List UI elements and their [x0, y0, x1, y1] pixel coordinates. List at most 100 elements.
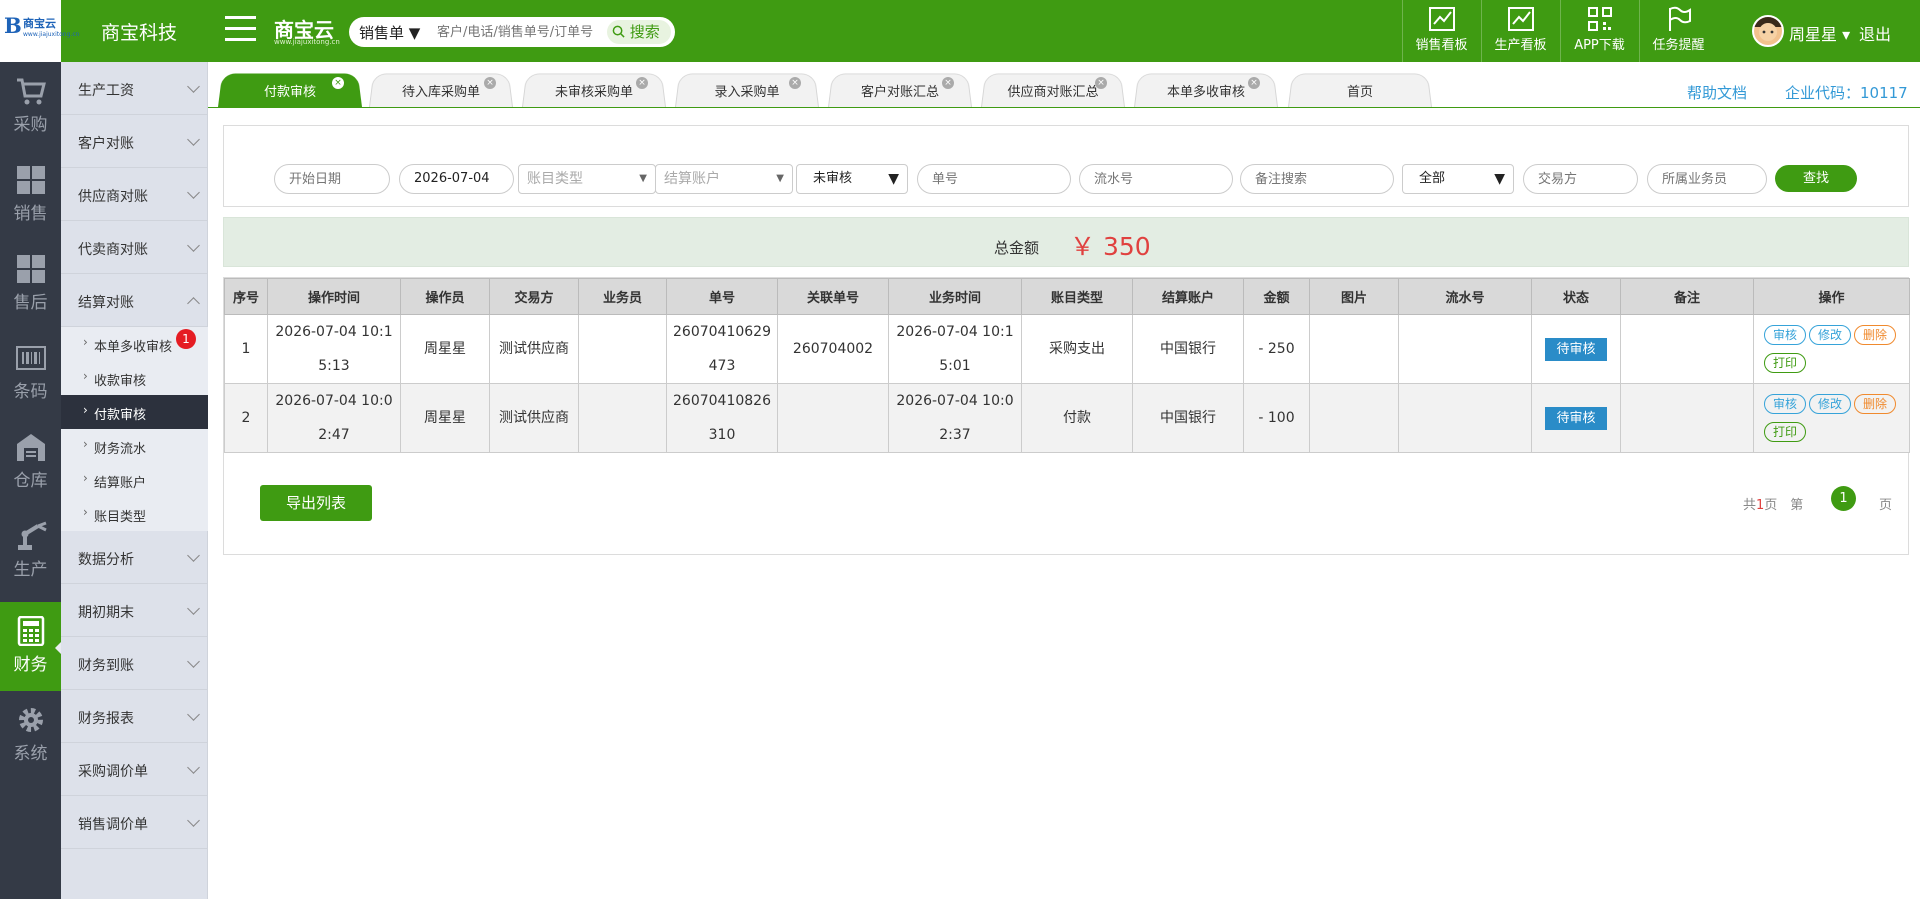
production-dashboard-button[interactable]: 生产看板	[1481, 0, 1559, 62]
top-bar: B 商宝云 www.jiajuxitong.cn 商宝科技 商宝云 www.ji…	[0, 0, 1920, 62]
menu-customer-reconcile[interactable]: 客户对账	[61, 115, 208, 168]
find-button[interactable]: 查找	[1775, 165, 1857, 192]
menu-supplier-reconcile[interactable]: 供应商对账	[61, 168, 208, 221]
party-input[interactable]	[1523, 164, 1638, 194]
close-icon[interactable]: ×	[636, 77, 648, 89]
module-warehouse[interactable]: 仓库	[0, 418, 61, 507]
search-type-select[interactable]: 销售单 ▼	[359, 22, 420, 43]
barcode-icon	[15, 346, 46, 370]
pager-end: 页	[1879, 498, 1893, 513]
chevron-right-icon: ›	[83, 437, 88, 451]
audit-button[interactable]: 审核	[1764, 394, 1807, 414]
submenu-payment-audit[interactable]: › 付款审核	[61, 395, 208, 429]
delete-button[interactable]: 删除	[1854, 325, 1897, 345]
column-header: 账目类型	[1021, 278, 1133, 315]
account-type-select[interactable]: 账目类型 ▼	[518, 164, 656, 194]
chevron-right-icon: ›	[83, 403, 88, 417]
menu-toggle-icon[interactable]	[225, 16, 256, 42]
serial-no-input[interactable]	[1079, 164, 1233, 194]
menu-finance-report[interactable]: 财务报表	[61, 690, 208, 743]
submenu-finance-flow[interactable]: › 财务流水	[61, 429, 208, 463]
user-name: 周星星 ▾	[1789, 25, 1851, 44]
close-icon[interactable]: ×	[942, 77, 954, 89]
close-icon[interactable]: ×	[332, 77, 344, 89]
menu-finance-arrival[interactable]: 财务到账	[61, 637, 208, 690]
column-header: 结算账户	[1132, 278, 1244, 315]
search-input[interactable]	[437, 22, 605, 42]
task-reminder-button[interactable]: 任务提醒	[1639, 0, 1717, 62]
submenu-extra-receipt-audit[interactable]: › 本单多收审核 1	[61, 327, 208, 361]
current-page-button[interactable]: 1	[1831, 486, 1856, 511]
app-logo[interactable]: B 商宝云 www.jiajuxitong.cn	[0, 0, 79, 62]
edit-button[interactable]: 修改	[1809, 325, 1852, 345]
chevron-down-icon	[187, 549, 200, 562]
submenu-account-type[interactable]: › 账目类型	[61, 497, 208, 531]
chevron-right-icon: ›	[83, 505, 88, 519]
table-row: 1 2026-07-04 10:15:13 周星星 测试供应商 26070410…	[224, 314, 1910, 384]
close-icon[interactable]: ×	[1095, 77, 1107, 89]
module-production[interactable]: 生产	[0, 507, 61, 596]
cell-settle-account: 中国银行	[1132, 314, 1244, 384]
date-input[interactable]: 2026-07-04	[399, 164, 514, 194]
module-label: 条码	[13, 382, 48, 402]
chevron-up-icon	[187, 297, 200, 310]
module-after-sales[interactable]: 售后	[0, 240, 61, 329]
chevron-down-icon	[187, 239, 200, 252]
menu-data-analysis[interactable]: 数据分析	[61, 531, 208, 584]
cell-op-time: 2026-07-04 10:02:47	[267, 383, 401, 453]
menu-label: 结算对账	[78, 295, 134, 311]
delete-button[interactable]: 删除	[1854, 394, 1897, 414]
menu-consignor-reconcile[interactable]: 代卖商对账	[61, 221, 208, 274]
chart-trend-icon	[1428, 7, 1455, 31]
column-header: 金额	[1243, 278, 1310, 315]
module-barcode[interactable]: 条码	[0, 329, 61, 418]
cell-index: 1	[224, 314, 268, 384]
menu-label: 财务报表	[78, 711, 134, 727]
close-icon[interactable]: ×	[789, 77, 801, 89]
column-header: 流水号	[1398, 278, 1532, 315]
menu-purchase-price-adjust[interactable]: 采购调价单	[61, 743, 208, 796]
column-header: 业务员	[578, 278, 667, 315]
sales-dashboard-button[interactable]: 销售看板	[1402, 0, 1480, 62]
search-button-label: 搜索	[629, 23, 660, 41]
close-icon[interactable]: ×	[484, 77, 496, 89]
salesman-input[interactable]	[1647, 164, 1767, 194]
status-badge: 待审核	[1545, 338, 1607, 361]
audit-button[interactable]: 审核	[1764, 325, 1807, 345]
module-finance[interactable]: 财务	[0, 602, 61, 691]
cell-biz-time: 2026-07-04 10:15:01	[888, 314, 1022, 384]
search-button[interactable]: 搜索	[607, 20, 671, 44]
audit-status-select[interactable]: 未审核 ▼	[796, 164, 908, 194]
menu-production-wages[interactable]: 生产工资	[61, 62, 208, 115]
submenu-receipt-audit[interactable]: › 收款审核	[61, 361, 208, 395]
menu-sales-price-adjust[interactable]: 销售调价单	[61, 796, 208, 849]
order-no-input[interactable]	[917, 164, 1071, 194]
global-search: 销售单 ▼ 搜索	[349, 17, 675, 47]
module-purchase[interactable]: 采购	[0, 62, 61, 151]
pager-prefix: 共	[1743, 498, 1757, 513]
scope-select[interactable]: 全部 ▼	[1402, 164, 1514, 194]
menu-period-open-close[interactable]: 期初期末	[61, 584, 208, 637]
print-button[interactable]: 打印	[1764, 422, 1807, 442]
close-icon[interactable]: ×	[1248, 77, 1260, 89]
help-docs-link[interactable]: 帮助文档	[1687, 82, 1747, 103]
module-system[interactable]: 系统	[0, 691, 61, 780]
print-button[interactable]: 打印	[1764, 353, 1807, 373]
app-download-button[interactable]: APP下载	[1560, 0, 1638, 62]
chevron-right-icon: ›	[83, 335, 88, 349]
chart-trend-icon	[1507, 7, 1534, 31]
cell-remark	[1620, 314, 1754, 384]
start-date-input[interactable]	[274, 164, 390, 194]
tab-home[interactable]: 首页	[1288, 81, 1432, 100]
submenu-settle-account[interactable]: › 结算账户	[61, 463, 208, 497]
module-sales[interactable]: 销售	[0, 151, 61, 240]
menu-settlement-reconcile[interactable]: 结算对账	[61, 274, 208, 327]
remark-search-input[interactable]	[1240, 164, 1394, 194]
settle-account-select[interactable]: 结算账户 ▼	[655, 164, 793, 194]
logo-mark: B	[4, 13, 22, 38]
export-list-button[interactable]: 导出列表	[260, 485, 372, 521]
module-label: 销售	[13, 204, 48, 224]
logout-link[interactable]: 退出	[1859, 21, 1891, 45]
edit-button[interactable]: 修改	[1809, 394, 1852, 414]
company-name: 商宝科技	[101, 22, 178, 44]
